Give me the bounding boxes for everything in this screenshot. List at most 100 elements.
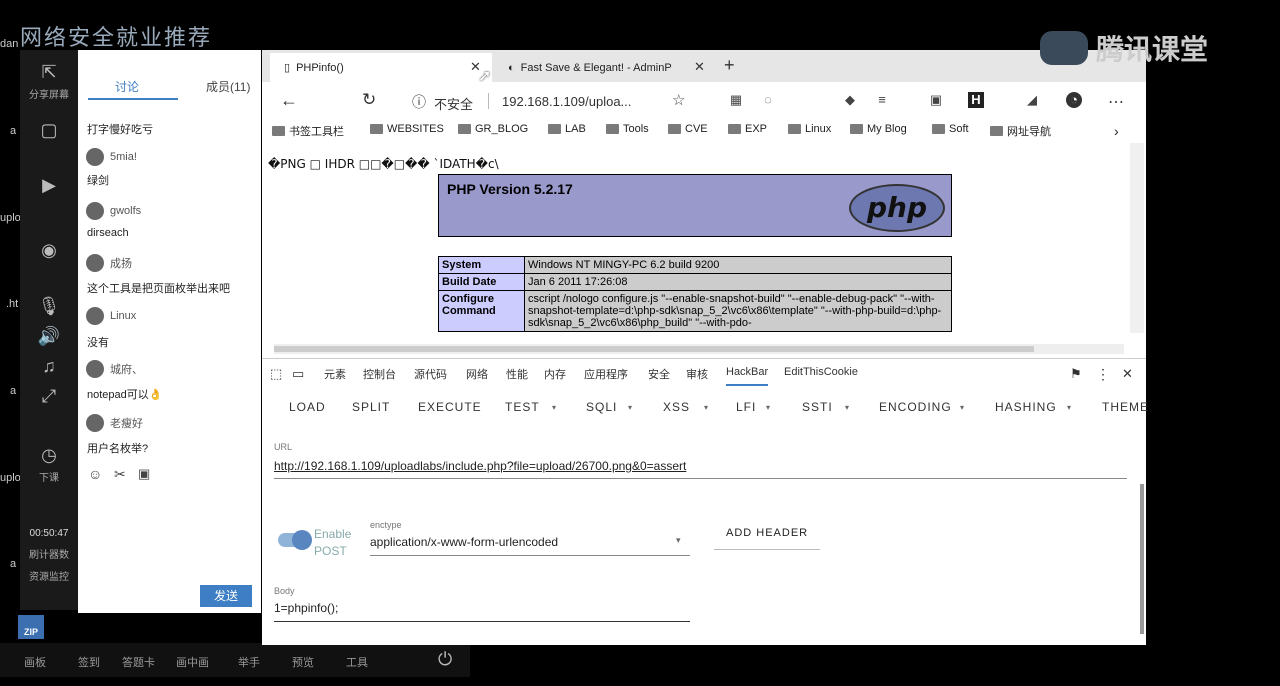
hackbar-lfi-menu[interactable]: LFI <box>736 400 756 414</box>
taskbar-item[interactable]: 答题卡 <box>122 654 155 670</box>
chat-panel: 讨论 成员(11) 打字慢好吃亏 5mia! 绿剑 gwolfs dirseac… <box>78 50 261 613</box>
share-icon: ⇱ <box>41 62 57 82</box>
devtools-tab[interactable]: 性能 <box>506 366 528 382</box>
bookmark-folder[interactable]: Soft <box>932 123 969 135</box>
bookmark-folder[interactable]: 书签工具栏 <box>272 123 344 139</box>
end-class-button[interactable]: ◷ 下课 <box>20 445 78 484</box>
devtools-tab[interactable]: 审核 <box>686 366 708 382</box>
table-row: Build Date Jan 6 2011 17:26:08 <box>438 273 952 291</box>
scrollbar-thumb[interactable] <box>274 346 1034 352</box>
taskbar-item[interactable]: 画板 <box>24 654 46 670</box>
mic-button[interactable]: 🎙 <box>20 296 78 320</box>
taskbar-item[interactable]: 工具 <box>346 654 368 670</box>
bookmark-folder[interactable]: Tools <box>606 123 649 135</box>
hackbar-body-input[interactable]: 1=phpinfo(); <box>274 601 338 615</box>
devtools-menu-icon[interactable]: ⋮ <box>1096 366 1110 383</box>
devtools-tab[interactable]: 控制台 <box>363 366 396 382</box>
bookmark-folder[interactable]: GR_BLOG <box>458 123 528 135</box>
info-icon[interactable]: ⓘ <box>412 92 426 112</box>
taskbar-item[interactable]: 签到 <box>78 654 100 670</box>
zip-file-icon[interactable]: ZIP <box>18 615 44 639</box>
devtools-tab[interactable]: 网络 <box>466 366 488 382</box>
hackbar-encoding-menu[interactable]: ENCODING <box>879 400 952 414</box>
horizontal-scrollbar[interactable] <box>274 344 1124 354</box>
page-scrollbar[interactable] <box>1130 143 1144 333</box>
hackbar-execute-button[interactable]: EXECUTE <box>418 400 482 414</box>
tab-discussion[interactable]: 讨论 <box>115 78 139 95</box>
extension-icon[interactable]: ▦ <box>728 92 744 108</box>
security-label[interactable]: 不安全 <box>434 94 473 113</box>
expand-button[interactable]: ⤢ <box>20 386 78 410</box>
devtools-tab[interactable]: 安全 <box>648 366 670 382</box>
close-tab-icon[interactable]: ✕ <box>694 59 705 75</box>
bookmark-folder[interactable]: EXP <box>728 123 767 135</box>
hackbar-test-menu[interactable]: TEST <box>505 400 540 414</box>
bookmark-folder[interactable]: LAB <box>548 123 586 135</box>
image-icon[interactable]: ▣ <box>138 466 150 482</box>
bookmark-folder[interactable]: My Blog <box>850 123 907 135</box>
feedback-icon[interactable]: ⚑ <box>1070 366 1082 382</box>
send-button[interactable]: 发送 <box>200 585 252 607</box>
tab-phpinfo[interactable]: ▯ PHPinfo() ✕ <box>270 53 492 82</box>
table-row: Configure Command cscript /nologo config… <box>438 290 952 332</box>
hackbar-ssti-menu[interactable]: SSTI <box>802 400 833 414</box>
volume-button[interactable]: 🔊 <box>20 326 78 350</box>
reload-icon[interactable]: ↻ <box>362 90 376 110</box>
taskbar-item[interactable]: 举手 <box>238 654 260 670</box>
url-text[interactable]: 192.168.1.109/uploa... <box>502 94 631 109</box>
tool-button[interactable]: ▢ <box>20 120 78 144</box>
star-icon[interactable]: ☆ <box>672 91 685 109</box>
bookmarks-bar: 书签工具栏 WEBSITES GR_BLOG LAB Tools CVE EXP… <box>262 120 1146 142</box>
add-header-button[interactable]: ADD HEADER <box>726 527 808 539</box>
devtools-tab-hackbar[interactable]: HackBar <box>726 366 769 386</box>
extension-icon[interactable]: ◌ <box>760 92 776 108</box>
hackbar-load-button[interactable]: LOAD <box>289 400 326 414</box>
hackbar-sqli-menu[interactable]: SQLI <box>586 400 617 414</box>
extension-h-icon[interactable]: H <box>968 92 984 108</box>
extension-icon[interactable]: ◆ <box>842 92 858 108</box>
chevron-right-icon[interactable]: › <box>1114 123 1119 139</box>
hackbar-split-button[interactable]: SPLIT <box>352 400 390 414</box>
devtools-tab[interactable]: 内存 <box>544 366 566 382</box>
filter-icon[interactable]: ≡ <box>874 92 890 108</box>
devtools-tab[interactable]: 应用程序 <box>584 366 628 382</box>
new-tab-icon[interactable]: + <box>724 55 735 76</box>
extension-icon[interactable]: ▣ <box>928 92 944 108</box>
emoji-icon[interactable]: ☺ <box>88 466 102 482</box>
inspect-icon[interactable]: ⬚ <box>270 366 282 382</box>
bookmark-folder[interactable]: CVE <box>668 123 708 135</box>
back-arrow-icon[interactable]: ← <box>280 90 298 111</box>
power-icon[interactable]: ⏻ <box>438 649 452 670</box>
devtools-tab[interactable]: EditThisCookie <box>784 366 858 378</box>
extension-icon[interactable]: ◢ <box>1024 92 1040 108</box>
share-screen-button[interactable]: ⇱ 分享屏幕 <box>20 62 78 101</box>
devtools-scrollbar[interactable] <box>1140 484 1144 634</box>
hackbar-xss-menu[interactable]: XSS <box>663 400 690 414</box>
enctype-select[interactable]: application/x-www-form-urlencoded <box>370 535 558 549</box>
music-button[interactable]: ♫ <box>20 356 78 380</box>
bookmark-folder[interactable]: Linux <box>788 123 831 135</box>
profile-avatar[interactable]: ◔ <box>1066 92 1082 108</box>
chevron-down-icon: ▾ <box>628 403 633 412</box>
bookmark-folder[interactable]: WEBSITES <box>370 123 444 135</box>
bookmark-folder[interactable]: 网址导航 <box>990 123 1051 139</box>
hackbar-theme-menu[interactable]: THEME <box>1102 400 1149 414</box>
tool-button[interactable]: ◉ <box>20 240 78 264</box>
desktop-file-label[interactable]: dan <box>0 38 24 50</box>
hackbar-hashing-menu[interactable]: HASHING <box>995 400 1057 414</box>
tab-members[interactable]: 成员(11) <box>206 78 250 95</box>
tab-adminer[interactable]: ◐ Fast Save & Elegant! - AdminP ✕ <box>494 53 712 82</box>
enable-post-toggle[interactable] <box>278 530 312 550</box>
close-devtools-icon[interactable]: ✕ <box>1122 366 1133 382</box>
taskbar-item[interactable]: 预览 <box>292 654 314 670</box>
tool-button[interactable]: ▶ <box>20 175 78 199</box>
taskbar-item[interactable]: 画中画 <box>176 654 209 670</box>
hackbar-url-input[interactable]: http://192.168.1.109/uploadlabs/include.… <box>274 459 686 473</box>
devtools-tab[interactable]: 元素 <box>324 366 346 382</box>
device-toggle-icon[interactable]: ▭ <box>292 366 304 382</box>
more-menu-icon[interactable]: ⋯ <box>1108 92 1124 111</box>
devtools-tab[interactable]: 源代码 <box>414 366 447 382</box>
chevron-down-icon: ▾ <box>960 403 965 412</box>
table-key: System <box>438 256 525 274</box>
scissors-icon[interactable]: ✂ <box>114 466 126 483</box>
